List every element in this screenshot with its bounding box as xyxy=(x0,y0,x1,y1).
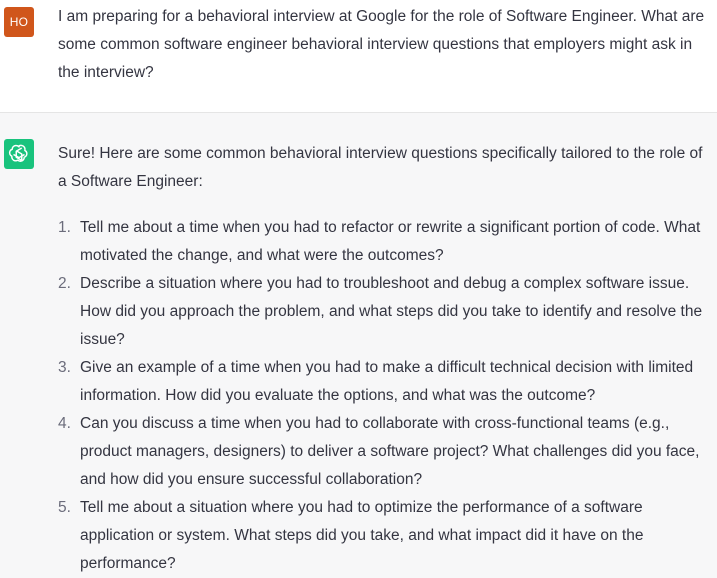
assistant-intro-text: Sure! Here are some common behavioral in… xyxy=(58,145,703,190)
user-message-row: HO I am preparing for a behavioral inter… xyxy=(0,0,717,113)
list-number: 5. xyxy=(58,499,71,516)
list-item: 4. Can you discuss a time when you had t… xyxy=(58,410,713,494)
list-item: 3. Give an example of a time when you ha… xyxy=(58,354,713,410)
list-item-text: Can you discuss a time when you had to c… xyxy=(80,415,700,488)
question-list: 1. Tell me about a time when you had to … xyxy=(58,214,713,578)
list-number: 2. xyxy=(58,275,71,292)
list-number: 1. xyxy=(58,219,71,236)
list-item: 1. Tell me about a time when you had to … xyxy=(58,214,713,270)
list-number: 3. xyxy=(58,359,71,376)
list-item: 5. Tell me about a situation where you h… xyxy=(58,494,713,578)
list-item-text: Tell me about a situation where you had … xyxy=(80,499,644,572)
list-number: 4. xyxy=(58,415,71,432)
user-message-text: I am preparing for a behavioral intervie… xyxy=(58,8,705,81)
list-item-text: Describe a situation where you had to tr… xyxy=(80,275,703,348)
user-avatar: HO xyxy=(4,7,34,37)
openai-logo-icon xyxy=(4,139,34,169)
list-item-text: Tell me about a time when you had to ref… xyxy=(80,219,701,264)
assistant-message-row: Sure! Here are some common behavioral in… xyxy=(0,113,717,578)
list-item-text: Give an example of a time when you had t… xyxy=(80,359,694,404)
list-item: 2. Describe a situation where you had to… xyxy=(58,270,713,354)
user-initials: HO xyxy=(9,15,29,29)
